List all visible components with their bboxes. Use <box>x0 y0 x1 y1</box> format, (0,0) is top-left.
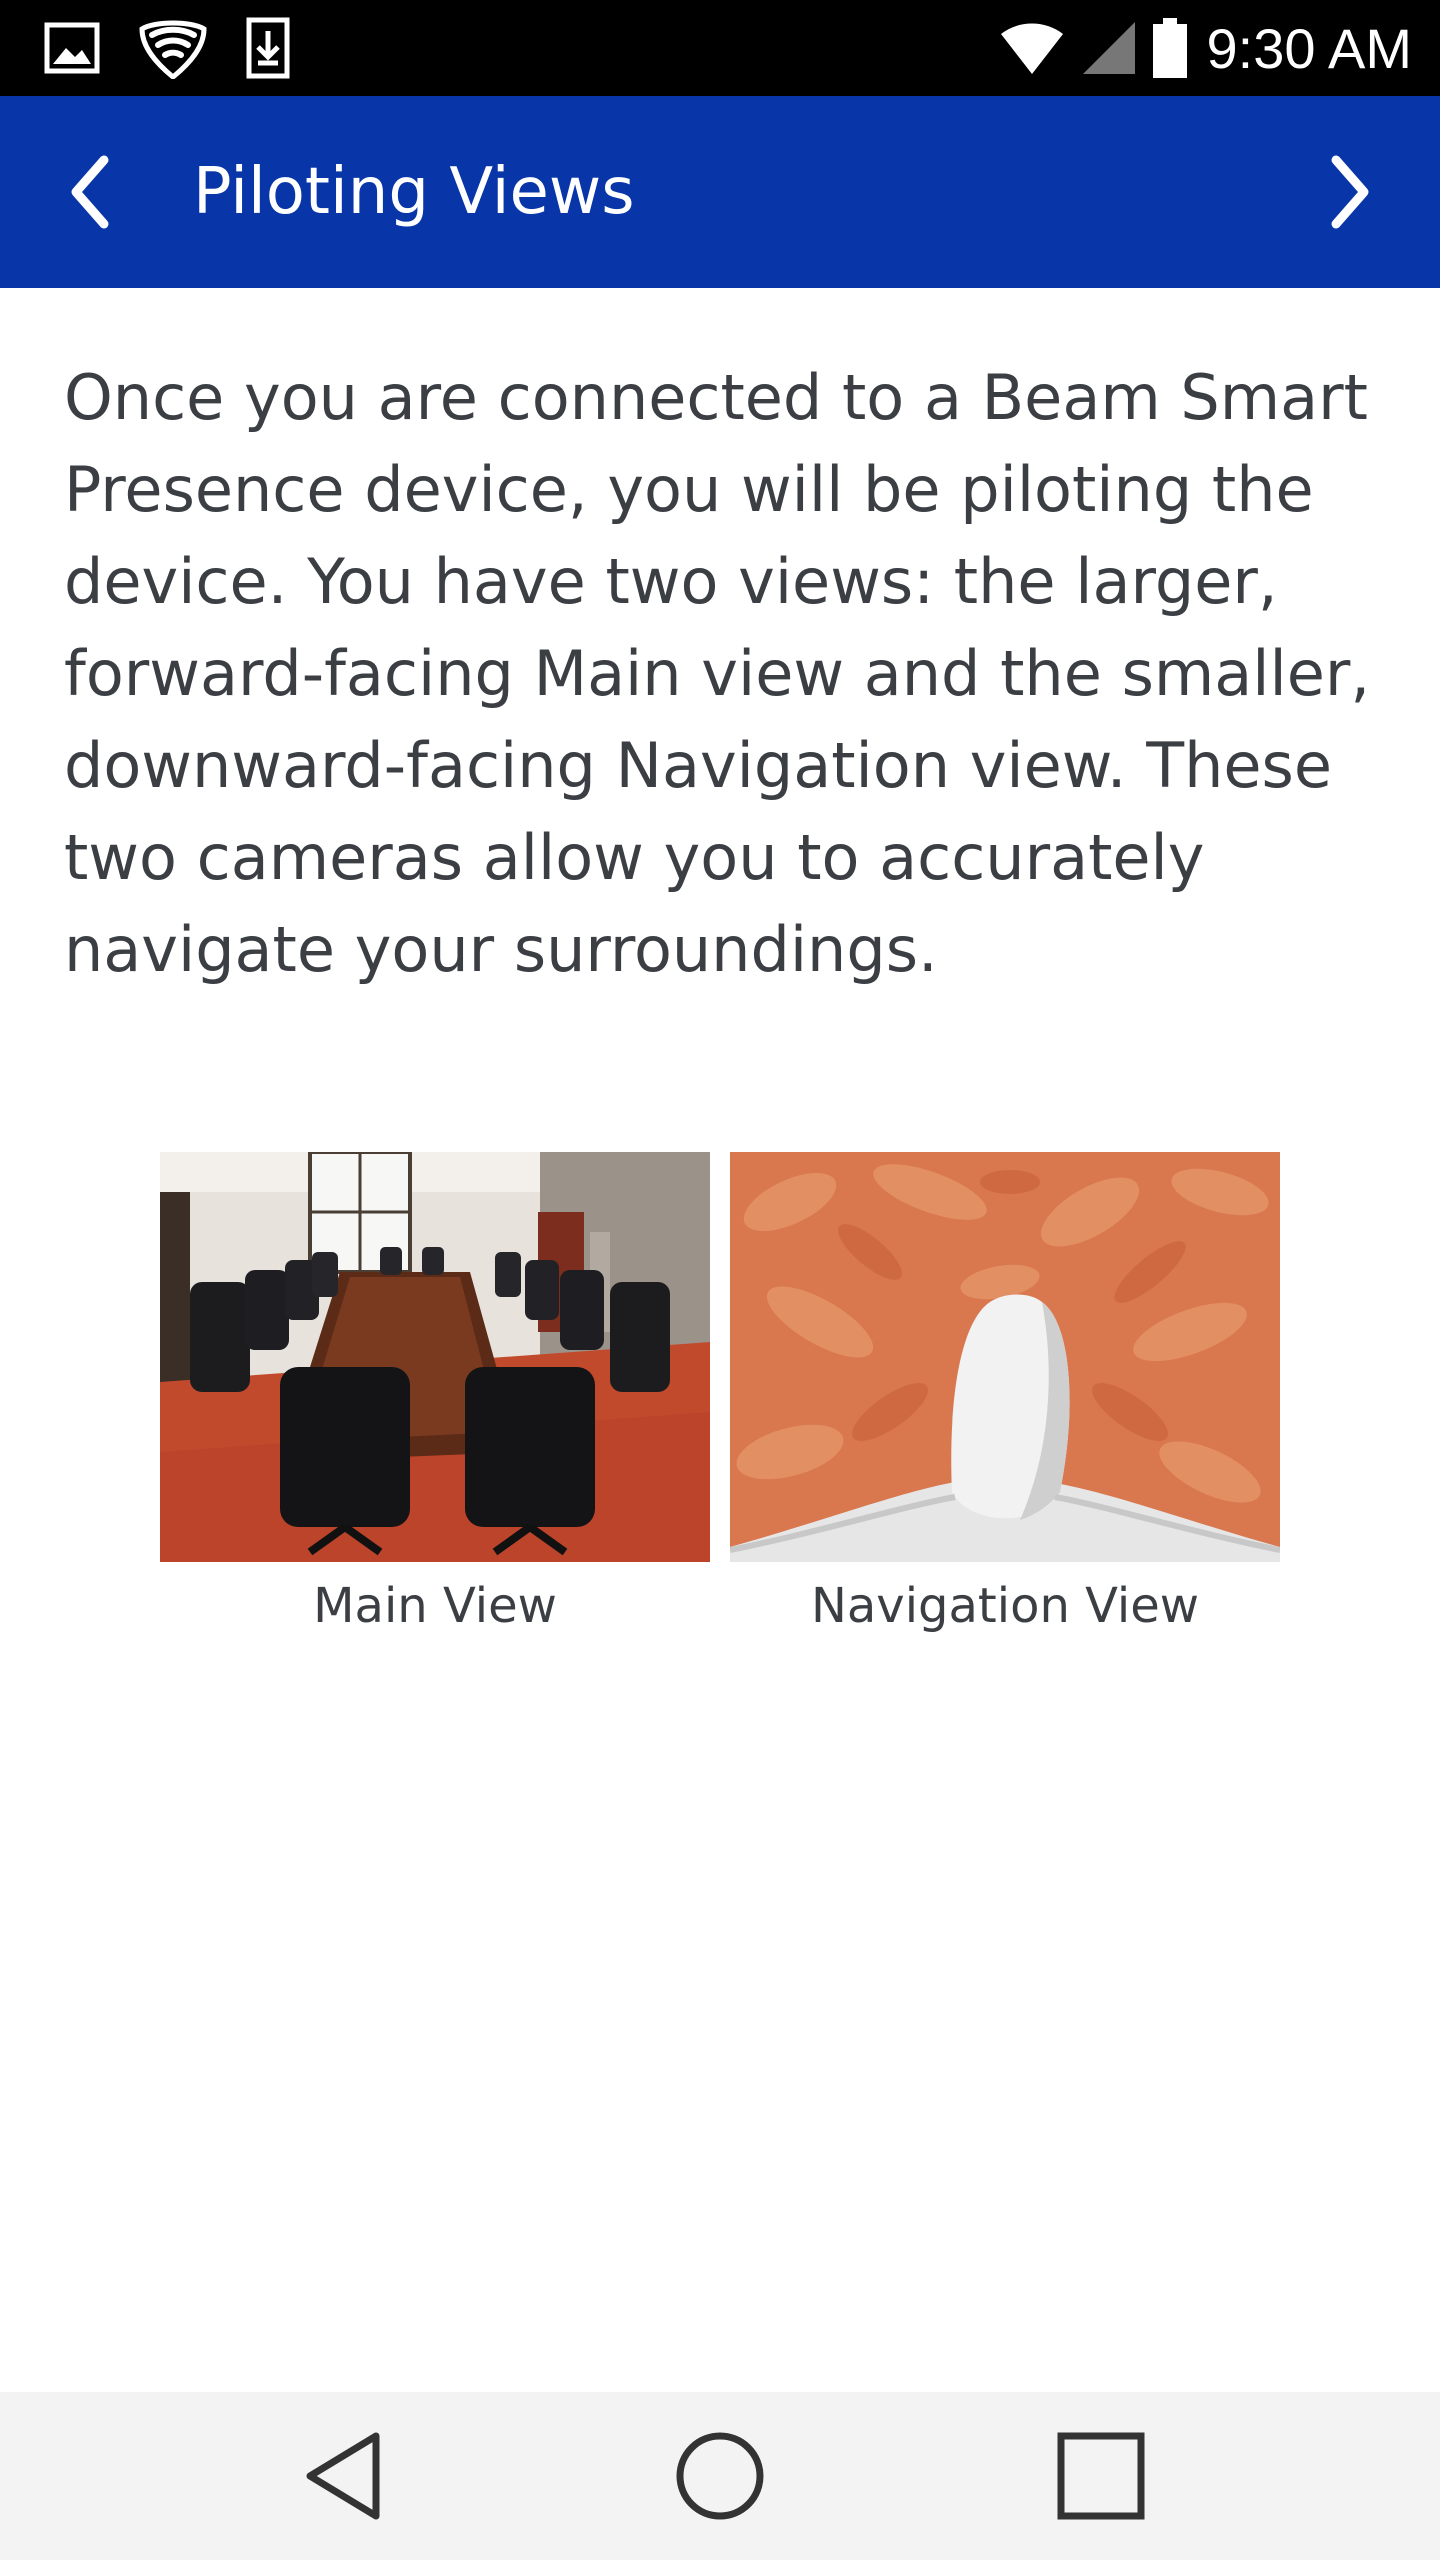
page-title: Piloting Views <box>193 155 635 229</box>
system-back-button[interactable] <box>288 2426 398 2526</box>
system-nav-bar <box>0 2392 1440 2560</box>
back-triangle-icon <box>306 2432 380 2520</box>
navigation-view-card: Navigation View <box>730 1152 1280 1634</box>
next-button[interactable] <box>1300 142 1400 242</box>
app-bar: Piloting Views <box>0 96 1440 288</box>
cell-signal-icon <box>1082 22 1135 74</box>
security-shield-icon <box>139 20 207 79</box>
image-notification-icon <box>44 22 100 74</box>
main-view-card: Main View <box>160 1152 710 1634</box>
back-button[interactable] <box>40 142 140 242</box>
conference-room-image <box>160 1152 710 1562</box>
carpet-floor-robot-base-image <box>730 1152 1280 1562</box>
intro-paragraph: Once you are connected to a Beam Smart P… <box>64 361 1371 986</box>
home-circle-icon <box>676 2432 764 2520</box>
content: Once you are connected to a Beam Smart P… <box>64 352 1384 996</box>
battery-icon <box>1152 18 1187 78</box>
system-home-button[interactable] <box>665 2426 775 2526</box>
status-time: 9:30 AM <box>1206 16 1412 80</box>
wifi-icon <box>1000 23 1063 74</box>
main-view-caption: Main View <box>313 1578 557 1634</box>
navigation-view-caption: Navigation View <box>810 1578 1200 1634</box>
screen: 9:30 AM Piloting Views Once you are conn… <box>0 0 1440 2560</box>
system-recents-button[interactable] <box>1046 2426 1156 2526</box>
chevron-right-icon <box>1331 155 1369 229</box>
views-gallery: Main View Navigation View <box>160 1152 1280 1672</box>
recents-square-icon <box>1057 2432 1145 2520</box>
status-left-icons <box>44 17 290 79</box>
download-notification-icon <box>246 17 290 79</box>
status-right-icons: 9:30 AM <box>999 0 1412 96</box>
chevron-left-icon <box>71 155 109 229</box>
status-bar: 9:30 AM <box>0 0 1440 96</box>
